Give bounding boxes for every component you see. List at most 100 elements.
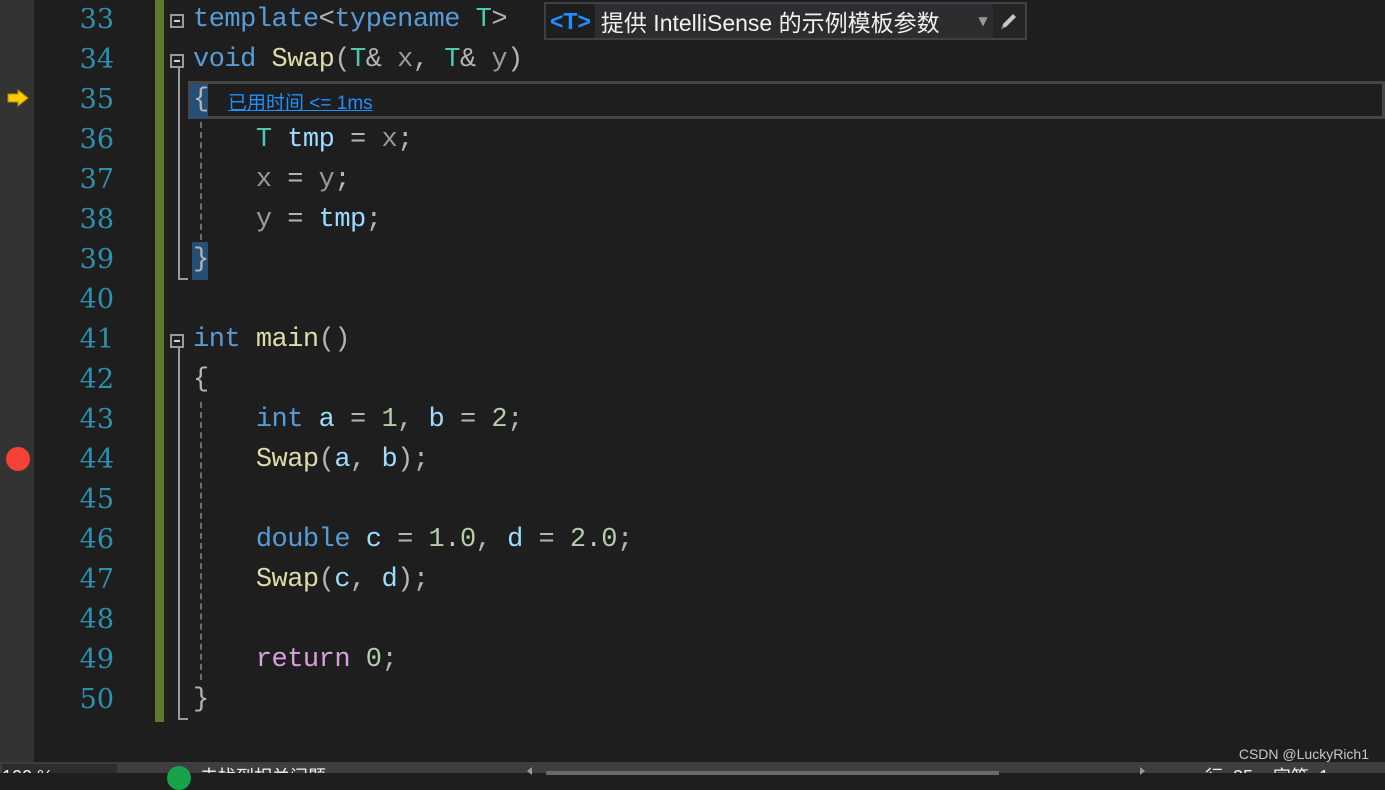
- scroll-right-icon[interactable]: [1140, 767, 1145, 775]
- code-token: d: [507, 525, 523, 555]
- code-token: (: [318, 445, 335, 475]
- code-token: typename: [334, 5, 460, 35]
- code-token: (: [334, 45, 351, 75]
- line-number: 45: [79, 484, 114, 515]
- code-token: ;: [397, 125, 413, 155]
- code-token: <: [318, 5, 335, 35]
- code-token: Swap: [271, 45, 335, 75]
- collapse-main-icon[interactable]: [170, 334, 184, 348]
- code-token: ;: [616, 525, 633, 555]
- check-circle-icon: [167, 766, 191, 790]
- code-line: }: [193, 240, 209, 280]
- watermark: CSDN @LuckyRich1: [1238, 746, 1369, 762]
- code-token: T: [475, 5, 492, 35]
- code-token: ,: [397, 405, 429, 435]
- code-line: template<typename T>: [193, 0, 508, 40]
- line-number: 43: [79, 404, 114, 435]
- code-token: x: [381, 125, 398, 155]
- cursor-position: 行: 35 字符: 1: [1205, 764, 1329, 773]
- code-token: ,: [350, 445, 382, 475]
- code-token: d: [381, 565, 398, 595]
- code-token: ,: [350, 565, 382, 595]
- code-line: {: [193, 80, 209, 120]
- code-token: y: [491, 45, 508, 75]
- status-bar: 100 % 未找到相关问题 行: 35 字符: 1: [0, 762, 1385, 790]
- collapse-icon[interactable]: [170, 14, 184, 28]
- codelens-elapsed-time[interactable]: 已用时间 <= 1ms: [228, 88, 373, 115]
- scroll-left-icon[interactable]: [527, 767, 532, 775]
- code-line: void Swap(T& x, T& y): [193, 40, 523, 80]
- execution-pointer-icon: [7, 89, 29, 107]
- code-token: T: [350, 45, 366, 75]
- code-token: (): [318, 325, 351, 355]
- code-line: double c = 1.0, d = 2.0;: [193, 520, 633, 560]
- code-token: >: [491, 5, 508, 35]
- code-token: ;: [365, 205, 382, 235]
- code-token: }: [193, 245, 209, 275]
- code-token: y: [318, 165, 335, 195]
- line-number: 44: [79, 444, 114, 475]
- line-number: 34: [79, 44, 114, 75]
- code-token: 0: [365, 645, 382, 675]
- code-token: ;: [334, 165, 351, 195]
- code-token: );: [397, 445, 429, 475]
- line-number: 38: [79, 204, 114, 235]
- code-token: void: [193, 45, 256, 75]
- line-number: 37: [79, 164, 114, 195]
- code-token: x: [255, 165, 272, 195]
- line-number: 46: [79, 524, 114, 555]
- code-line: x = y;: [193, 160, 351, 200]
- code-token: 2.0: [569, 525, 618, 555]
- code-token: ;: [507, 405, 523, 435]
- zoom-level[interactable]: 100 %: [2, 764, 117, 773]
- code-token: c: [365, 525, 382, 555]
- code-token: =: [334, 405, 382, 435]
- line-number: 36: [79, 124, 114, 155]
- line-number: 35: [79, 84, 114, 115]
- code-token: T: [444, 45, 460, 75]
- code-token: y: [255, 205, 272, 235]
- code-token: tmp: [287, 125, 335, 155]
- code-token: main: [255, 325, 319, 355]
- code-token: 1: [381, 405, 398, 435]
- code-token: =: [334, 125, 382, 155]
- change-tracking-bar: [155, 0, 164, 722]
- chevron-down-icon[interactable]: ▼: [973, 14, 993, 28]
- pencil-icon[interactable]: [993, 4, 1025, 38]
- template-intellisense-bar[interactable]: <T> 提供 IntelliSense 的示例模板参数 ▼: [544, 2, 1027, 40]
- code-token: int: [255, 405, 304, 435]
- code-token: {: [193, 365, 209, 395]
- code-token: a: [334, 445, 351, 475]
- issues-status[interactable]: 未找到相关问题: [200, 764, 326, 773]
- line-number: 33: [79, 4, 114, 35]
- code-token: ): [507, 45, 523, 75]
- code-token: 2: [491, 405, 508, 435]
- code-token: Swap: [255, 565, 319, 595]
- code-token: &: [365, 45, 382, 75]
- code-token: tmp: [318, 205, 367, 235]
- breakpoint-icon[interactable]: [6, 447, 30, 471]
- code-line: T tmp = x;: [193, 120, 414, 160]
- code-line: y = tmp;: [193, 200, 382, 240]
- line-number: 42: [79, 364, 114, 395]
- collapse-swap-icon[interactable]: [170, 54, 184, 68]
- horizontal-scrollbar[interactable]: [546, 771, 999, 775]
- code-line: Swap(c, d);: [193, 560, 429, 600]
- code-token: x: [397, 45, 413, 75]
- code-line: return 0;: [193, 640, 398, 680]
- indicator-margin[interactable]: [0, 0, 34, 762]
- outline-end: [178, 278, 188, 280]
- line-number: 50: [79, 684, 114, 715]
- code-token: 1.0: [428, 525, 477, 555]
- code-token: template: [193, 5, 319, 35]
- code-token: Swap: [255, 445, 319, 475]
